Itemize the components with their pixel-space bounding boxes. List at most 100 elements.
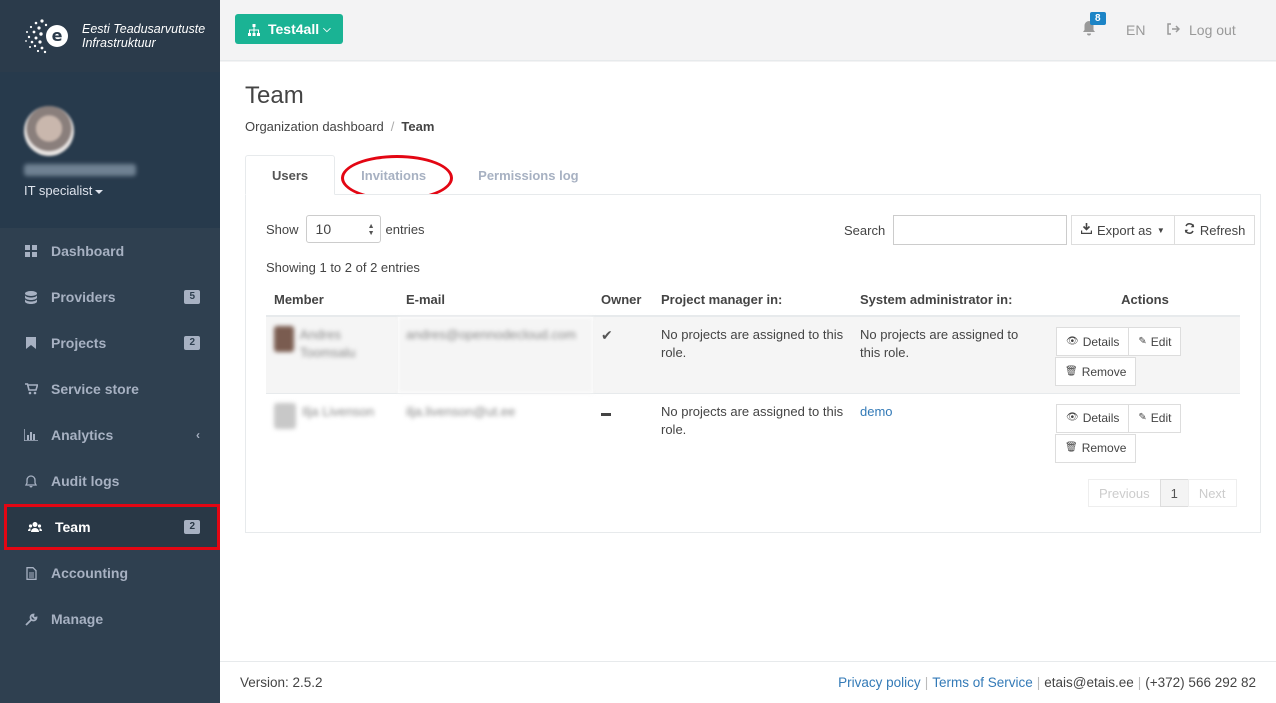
member-avatar — [274, 326, 294, 352]
team-count-badge: 2 — [184, 520, 200, 534]
member-name: Ilja Livenson — [302, 403, 375, 419]
sign-out-icon — [1167, 22, 1181, 38]
refresh-button[interactable]: Refresh — [1173, 215, 1256, 245]
details-button[interactable]: 👁 Details — [1056, 327, 1130, 356]
avatar — [24, 106, 74, 156]
breadcrumb-organization-dashboard[interactable]: Organization dashboard — [245, 119, 384, 134]
column-actions: Actions — [1050, 284, 1240, 317]
pagination-next[interactable]: Next — [1187, 479, 1237, 507]
users-table: Member E-mail Owner Project manager in: … — [266, 284, 1240, 470]
eye-icon: 👁 — [1066, 412, 1079, 423]
brand[interactable]: e Eesti Teadusarvutuste Infrastruktuur — [0, 0, 220, 72]
bookmark-icon — [24, 336, 38, 350]
project-manager-cell: No projects are assigned to this role. — [653, 315, 852, 393]
member-cell: Andres Toomsalu — [274, 326, 390, 362]
member-avatar — [274, 402, 296, 429]
table-toolbar: Export as ▼ Refresh — [1071, 215, 1256, 245]
breadcrumb: Organization dashboard / Team — [245, 119, 435, 134]
column-project-manager[interactable]: Project manager in: — [653, 284, 852, 317]
member-email: andres@opennodecloud.com — [398, 315, 593, 393]
bar-chart-icon — [24, 428, 38, 442]
bell-outline-icon — [24, 474, 38, 488]
tab-permissions-log[interactable]: Permissions log — [452, 155, 604, 195]
contact-email: etais@etais.ee — [1044, 675, 1134, 690]
pencil-icon: ✎ — [1138, 412, 1147, 423]
column-owner[interactable]: Owner — [593, 284, 653, 317]
breadcrumb-current: Team — [401, 119, 435, 134]
sidebar-item-analytics[interactable]: Analytics ‹ — [0, 412, 220, 458]
sidebar-item-providers[interactable]: Providers 5 — [0, 274, 220, 320]
topbar: Test4all ⌵ 8 EN Log out — [220, 0, 1276, 61]
remove-button[interactable]: 🗑 Remove — [1055, 357, 1137, 386]
trash-icon: 🗑 — [1065, 442, 1078, 453]
footer: Version: 2.5.2 Privacy policy | Terms of… — [220, 661, 1276, 703]
search-control: Search — [844, 215, 1068, 245]
terms-of-service-link[interactable]: Terms of Service — [932, 675, 1033, 690]
users-icon — [28, 520, 42, 534]
logout-link[interactable]: Log out — [1167, 22, 1236, 38]
logo-icon: e — [24, 13, 70, 59]
minus-icon — [601, 412, 611, 416]
caret-down-icon: ▼ — [1156, 225, 1165, 235]
entries-per-page-select[interactable]: 10 ▲ ▼ — [305, 215, 381, 243]
brand-name: Eesti Teadusarvutuste Infrastruktuur — [82, 22, 206, 50]
main-content: Team Organization dashboard / Team Users I… — [220, 62, 1276, 661]
trash-icon: 🗑 — [1065, 365, 1078, 377]
tab-users[interactable]: Users — [245, 155, 336, 195]
column-email[interactable]: E-mail — [398, 284, 593, 317]
sidebar-item-team[interactable]: Team 2 — [4, 504, 220, 550]
users-panel: Show 10 ▲ ▼ entries Search Export as ▼ R… — [245, 194, 1261, 533]
privacy-policy-link[interactable]: Privacy policy — [838, 675, 921, 690]
edit-button[interactable]: ✎ Edit — [1128, 403, 1182, 433]
member-email: ilja.livenson@ut.ee — [398, 392, 593, 470]
table-row: Ilja Livenson ilja.livenson@ut.ee No pro… — [266, 392, 1240, 470]
remove-button[interactable]: 🗑 Remove — [1055, 433, 1137, 463]
project-link-demo[interactable]: demo — [860, 404, 893, 419]
providers-count-badge: 5 — [184, 290, 200, 304]
wrench-icon — [24, 612, 38, 626]
caret-down-icon — [95, 189, 104, 194]
system-admin-cell: No projects are assigned to this role. — [852, 315, 1050, 393]
member-cell: Ilja Livenson — [274, 402, 390, 429]
search-input[interactable] — [893, 215, 1068, 245]
sidebar-nav: Dashboard Providers 5 Projects 2 Service… — [0, 228, 220, 642]
pagination: Previous 1 Next — [1088, 479, 1237, 507]
column-system-administrator[interactable]: System administrator in: — [852, 284, 1050, 317]
row-actions: 👁 Details ✎ Edit 🗑 Remove — [1055, 327, 1196, 387]
eye-icon: 👁 — [1066, 335, 1079, 347]
organization-selector[interactable]: Test4all ⌵ — [235, 14, 343, 44]
pagination-page-1[interactable]: 1 — [1159, 479, 1189, 507]
pagination-previous[interactable]: Previous — [1088, 479, 1161, 507]
entries-length-control: Show 10 ▲ ▼ entries — [266, 215, 425, 243]
user-name-blurred — [24, 164, 136, 176]
tabs: Users Invitations Permissions log — [245, 155, 605, 201]
sitemap-icon — [248, 23, 260, 36]
sidebar-item-accounting[interactable]: Accounting — [0, 550, 220, 596]
sidebar-item-dashboard[interactable]: Dashboard — [0, 228, 220, 274]
footer-links: Privacy policy | Terms of Service | etai… — [838, 675, 1256, 690]
checkmark-icon: ✔ — [601, 327, 613, 343]
project-manager-cell: No projects are assigned to this role. — [653, 392, 852, 470]
chevron-left-icon: ‹ — [196, 428, 200, 442]
database-icon — [24, 290, 38, 304]
column-member[interactable]: Member — [266, 284, 398, 317]
cart-icon — [24, 382, 38, 396]
file-icon — [24, 566, 38, 580]
member-name: Andres Toomsalu — [299, 327, 356, 360]
edit-button[interactable]: ✎ Edit — [1128, 327, 1182, 356]
sidebar-item-audit-logs[interactable]: Audit logs — [0, 458, 220, 504]
chevron-down-icon: ⌵ — [323, 23, 331, 35]
details-button[interactable]: 👁 Details — [1056, 403, 1130, 433]
sidebar: e Eesti Teadusarvutuste Infrastruktuur I… — [0, 0, 220, 703]
contact-phone: (+372) 566 292 82 — [1145, 675, 1256, 690]
language-selector[interactable]: EN — [1126, 22, 1145, 38]
table-row: Andres Toomsalu andres@opennodecloud.com… — [266, 315, 1240, 393]
tab-invitations[interactable]: Invitations — [335, 155, 454, 201]
table-header-row: Member E-mail Owner Project manager in: … — [266, 284, 1240, 317]
export-as-button[interactable]: Export as ▼ — [1071, 215, 1175, 245]
sidebar-item-projects[interactable]: Projects 2 — [0, 320, 220, 366]
user-role-dropdown[interactable]: IT specialist — [24, 183, 220, 198]
sidebar-item-manage[interactable]: Manage — [0, 596, 220, 642]
sidebar-item-service-store[interactable]: Service store — [0, 366, 220, 412]
grid-icon — [24, 244, 38, 258]
